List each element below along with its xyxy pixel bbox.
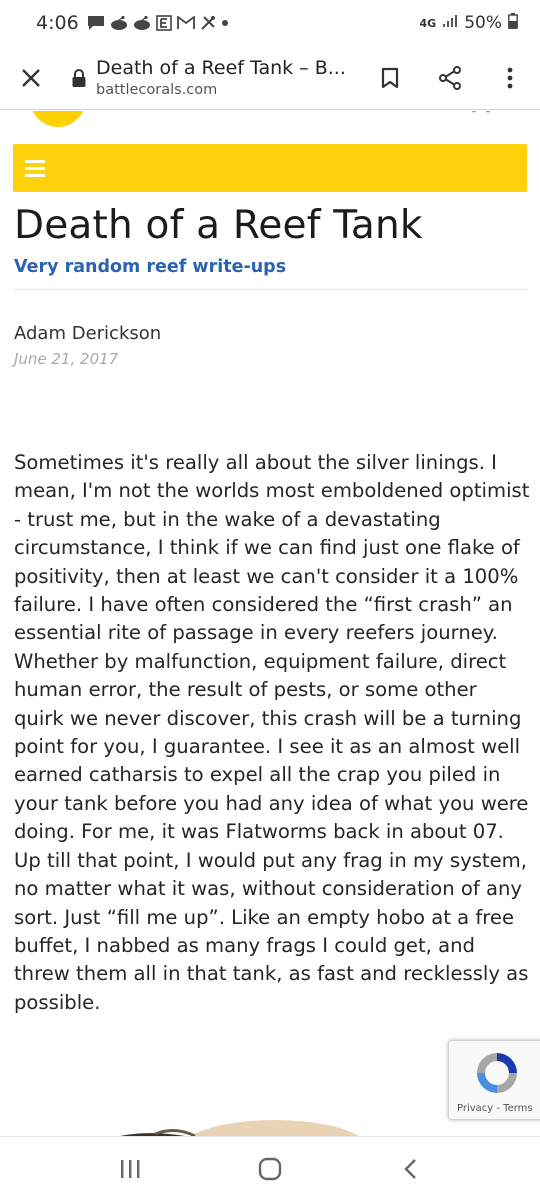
close-icon xyxy=(22,68,40,87)
back-icon xyxy=(404,1158,416,1179)
cart-icon[interactable] xyxy=(468,111,496,117)
battery-icon xyxy=(508,12,518,34)
site-logo[interactable] xyxy=(30,111,86,127)
gmail-icon xyxy=(176,16,195,30)
recaptcha-links[interactable]: Privacy - Terms xyxy=(457,1103,533,1114)
web-page: Death of a Reef Tank Very random reef wr… xyxy=(0,111,540,1136)
article-author: Adam Derickson xyxy=(14,323,162,344)
message-icon xyxy=(87,15,105,31)
share-button[interactable] xyxy=(420,46,480,109)
news-icon xyxy=(155,15,172,31)
home-icon xyxy=(258,1157,282,1180)
battery-percent: 50% xyxy=(464,13,502,33)
browser-toolbar: Death of a Reef Tank – B... battlecorals… xyxy=(0,46,540,110)
home-button[interactable] xyxy=(240,1139,300,1199)
reddit-icon xyxy=(133,15,151,31)
signal-icon xyxy=(442,13,458,33)
page-domain: battlecorals.com xyxy=(96,82,218,98)
more-vert-icon xyxy=(507,67,513,88)
article-image xyxy=(120,1120,359,1136)
divider xyxy=(14,289,528,290)
share-icon xyxy=(439,65,461,90)
article-body: Sometimes it's really all about the silv… xyxy=(14,451,530,1014)
recent-apps-button[interactable] xyxy=(100,1139,160,1199)
article-date: June 21, 2017 xyxy=(14,350,119,368)
bookmark-button[interactable] xyxy=(360,46,420,109)
article-title: Death of a Reef Tank xyxy=(14,203,423,248)
bookmark-icon xyxy=(381,67,399,88)
network-type: 4G xyxy=(419,16,437,30)
recent-apps-icon xyxy=(121,1159,140,1178)
reddit-icon xyxy=(110,15,128,31)
more-options-button[interactable] xyxy=(480,46,540,109)
close-button[interactable] xyxy=(0,46,62,109)
notification-icons xyxy=(87,15,229,31)
status-right: 4G 50% xyxy=(419,12,518,34)
article-category-link[interactable]: Very random reef write-ups xyxy=(14,257,286,277)
site-menu-bar[interactable] xyxy=(13,144,527,192)
hamburger-menu-icon[interactable] xyxy=(25,159,45,177)
recaptcha-icon xyxy=(477,1053,517,1093)
system-navigation-bar xyxy=(0,1136,540,1200)
lock-icon[interactable] xyxy=(62,68,96,88)
dot-icon xyxy=(221,19,229,27)
status-time: 4:06 xyxy=(36,12,79,34)
back-button[interactable] xyxy=(380,1139,440,1199)
recaptcha-badge[interactable]: Privacy - Terms xyxy=(448,1040,540,1120)
status-bar: 4:06 4G 50% xyxy=(0,0,540,46)
tools-icon xyxy=(200,15,216,31)
url-area[interactable]: Death of a Reef Tank – B... battlecorals… xyxy=(96,57,360,98)
page-title: Death of a Reef Tank – B... xyxy=(96,57,346,79)
